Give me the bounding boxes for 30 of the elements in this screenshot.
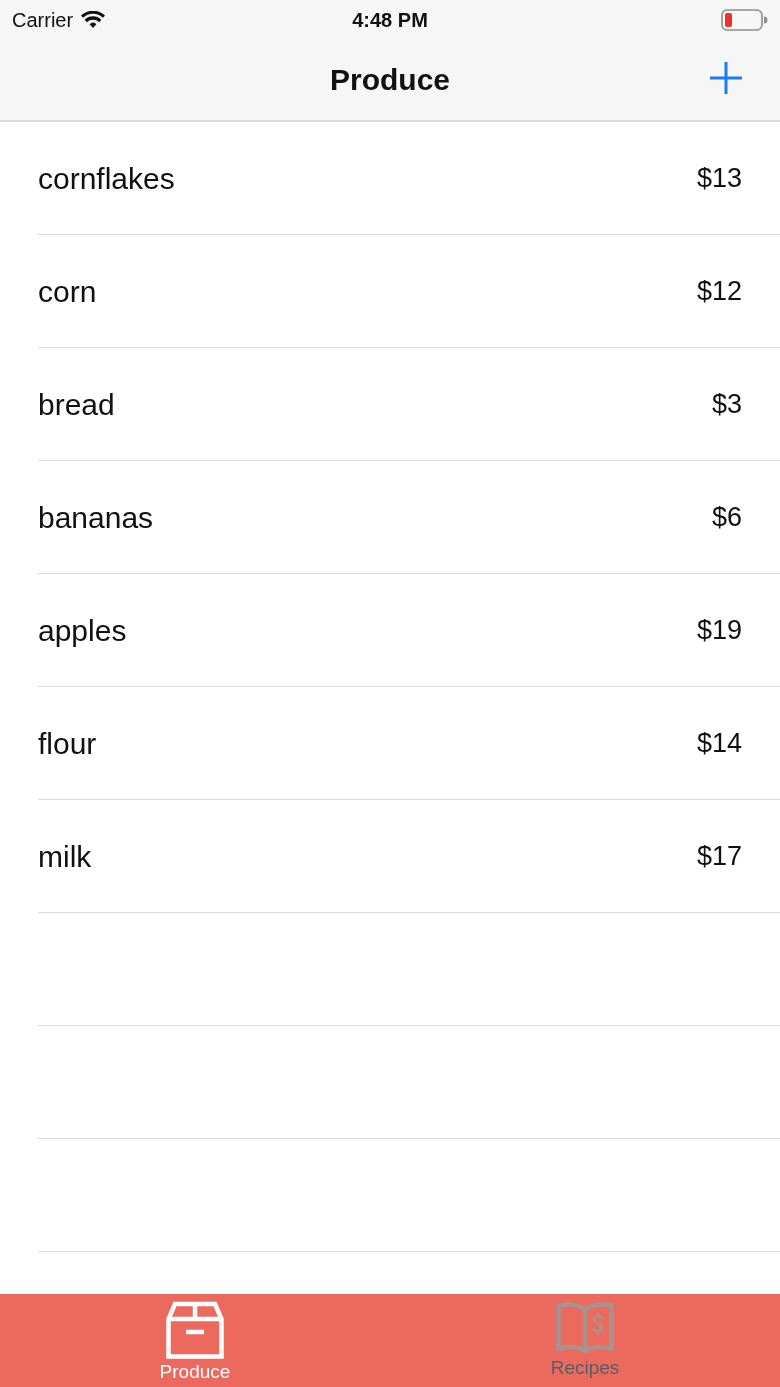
list-row[interactable]: apples $19 xyxy=(38,574,780,687)
wifi-icon xyxy=(81,11,106,29)
list-row[interactable]: flour $14 xyxy=(38,687,780,800)
clock-time: 4:48 PM xyxy=(352,8,428,33)
list-row[interactable]: bananas $6 xyxy=(38,461,780,574)
carrier-name: Carrier xyxy=(12,8,74,33)
item-name: apples xyxy=(38,612,127,649)
box-icon xyxy=(166,1301,224,1359)
item-price: $14 xyxy=(696,726,742,760)
battery-icon xyxy=(721,9,768,31)
list-row[interactable]: milk $17 xyxy=(38,800,780,913)
item-name: flour xyxy=(38,725,97,762)
item-name: corn xyxy=(38,273,97,310)
item-name: milk xyxy=(38,838,92,875)
list-row[interactable]: cornflakes $13 xyxy=(38,122,780,235)
item-price: $17 xyxy=(696,839,742,873)
item-price: $19 xyxy=(696,613,742,647)
item-price: $13 xyxy=(696,161,742,195)
item-name: bread xyxy=(38,386,115,423)
list-row[interactable]: corn $12 xyxy=(38,235,780,348)
item-price: $12 xyxy=(696,274,742,308)
add-button[interactable] xyxy=(708,60,744,96)
book-icon xyxy=(556,1301,614,1355)
list-row[interactable]: bread $3 xyxy=(38,348,780,461)
item-name: bananas xyxy=(38,499,154,536)
screen-title: Produce xyxy=(330,62,450,98)
item-price: $3 xyxy=(711,387,742,421)
add-icon xyxy=(708,60,744,96)
item-price: $6 xyxy=(711,500,742,534)
item-name: cornflakes xyxy=(38,160,175,197)
